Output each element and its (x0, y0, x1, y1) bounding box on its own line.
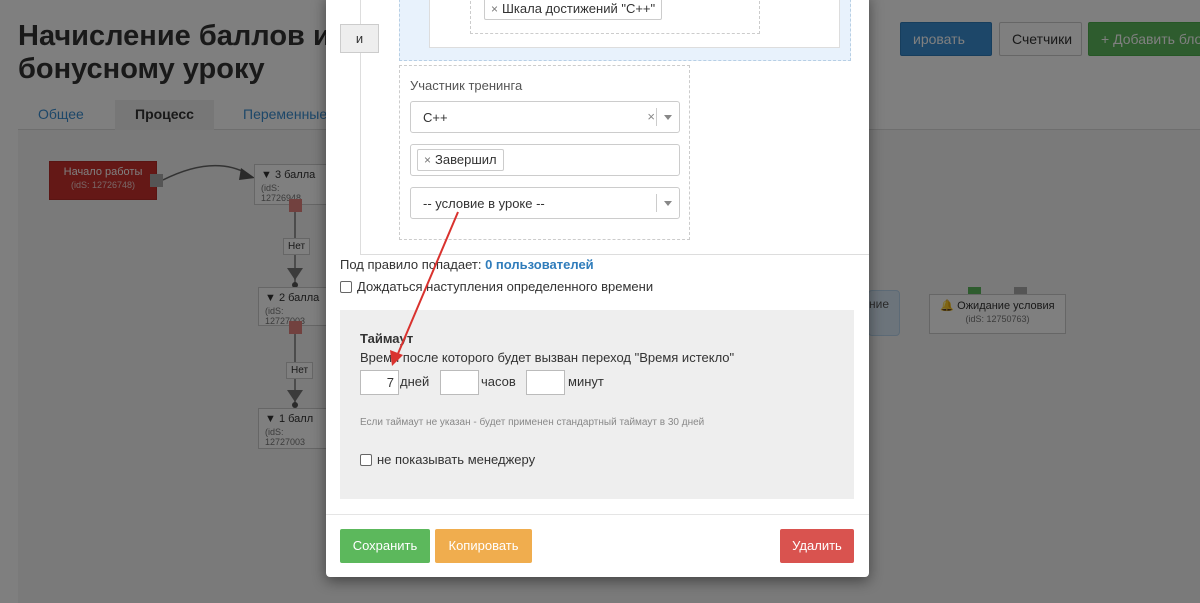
annotation-arrow (390, 211, 459, 366)
